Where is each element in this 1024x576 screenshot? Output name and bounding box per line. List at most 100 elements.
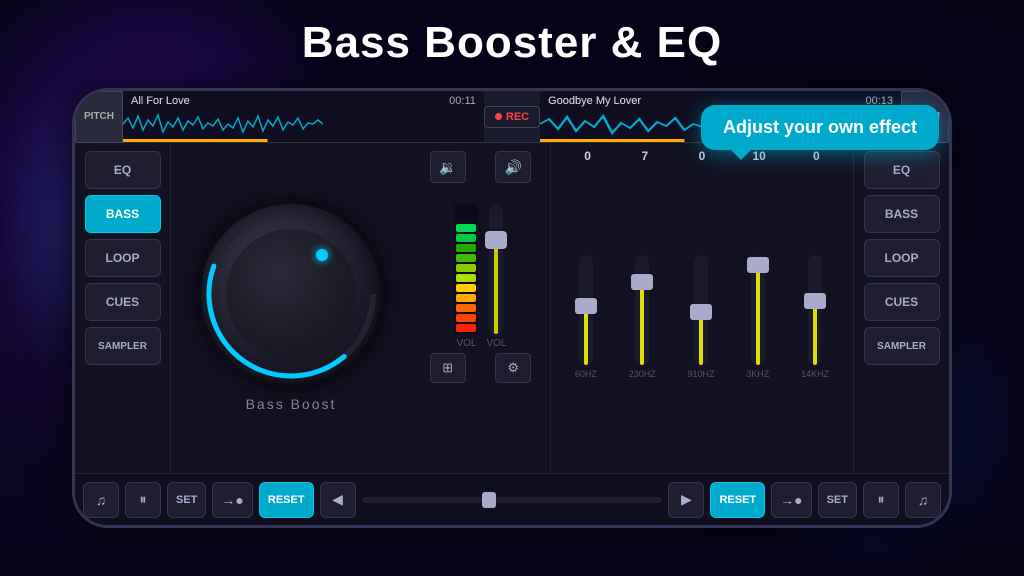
music-note-right-icon: ♫ [918, 492, 929, 508]
vol-right-label: VOL [486, 338, 506, 349]
next-right-button[interactable]: →● [771, 482, 811, 518]
reset-left-button[interactable]: RESET [259, 482, 314, 518]
phone-interior: PITCH All For Love 00:11 REC Goodbye My … [75, 91, 949, 525]
eq-right-button[interactable]: EQ [864, 151, 940, 189]
pause-left-button[interactable]: ⏸ [125, 482, 161, 518]
pause-right-icon: ⏸ [878, 491, 885, 508]
eq-fader-60hz: 60HZ [575, 255, 597, 379]
vol-right-icon-button[interactable]: 🔊 [495, 151, 531, 183]
loop-right-button[interactable]: LOOP [864, 239, 940, 277]
music-note-left-button[interactable]: ♫ [83, 482, 119, 518]
prev-icon: ◀ [332, 491, 343, 508]
next-icon: ▶ [681, 491, 692, 508]
speaker-left-icon: 🔉 [439, 159, 456, 176]
vol-fader-right: VOL [486, 204, 506, 349]
eq-left-button[interactable]: EQ [85, 151, 161, 189]
bass-knob[interactable] [201, 204, 381, 384]
reset-right-button[interactable]: RESET [710, 482, 765, 518]
pause-left-icon: ⏸ [140, 491, 147, 508]
eq-freq-0: 60HZ [575, 369, 597, 379]
level-meter-left [454, 204, 478, 334]
tooltip-bubble: Adjust your own effect [701, 105, 939, 150]
eq-handle-2[interactable] [690, 304, 712, 320]
pause-right-button[interactable]: ⏸ [863, 482, 899, 518]
music-note-right-button[interactable]: ♫ [905, 482, 941, 518]
music-note-left-icon: ♫ [96, 492, 107, 508]
fader-fill [494, 244, 498, 334]
track-left-label: All For Love [131, 95, 190, 107]
eq-handle-3[interactable] [747, 257, 769, 273]
fader-handle-right[interactable] [485, 231, 507, 249]
left-panel: EQ BASS LOOP CUES SAMPLER [75, 143, 171, 473]
eq-fader-230hz: 230HZ [629, 255, 656, 379]
sampler-left-button[interactable]: SAMPLER [85, 327, 161, 365]
vol-fader-left: VOL [454, 204, 478, 349]
page-title: Bass Booster & EQ [0, 18, 1024, 68]
volume-area: 🔉 🔊 [411, 143, 551, 473]
vol-left-label: VOL [456, 338, 476, 349]
vol-controls: 🔉 🔊 [415, 151, 546, 183]
eq-fader-14khz: 14KHZ [801, 255, 829, 379]
speaker-right-icon: 🔊 [505, 159, 522, 176]
progress-track[interactable] [362, 497, 663, 503]
eq-freq-3: 3KHZ [746, 369, 769, 379]
next-button[interactable]: ▶ [668, 482, 704, 518]
bass-boost-label: Bass Boost [246, 396, 337, 412]
sampler-right-button[interactable]: SAMPLER [864, 327, 940, 365]
cues-right-button[interactable]: CUES [864, 283, 940, 321]
eq-fill-4 [813, 305, 817, 366]
eq-fill-1 [640, 286, 644, 365]
eq-freq-1: 230HZ [629, 369, 656, 379]
fader-track-right[interactable] [489, 204, 503, 334]
eq-fader-3khz: 3KHZ [746, 255, 769, 379]
loop-left-button[interactable]: LOOP [85, 239, 161, 277]
knob-area: Bass Boost [171, 143, 411, 473]
eq-track-2[interactable] [694, 255, 708, 365]
knob-outer [201, 204, 381, 384]
eq-freq-4: 14KHZ [801, 369, 829, 379]
eq-val-0: 0 [570, 149, 606, 163]
next-left-icon: →● [221, 492, 243, 508]
waveform-left-svg [123, 110, 323, 138]
transport-bar: ♫ ⏸ SET →● RESET ◀ ▶ RESET →● SET [75, 473, 949, 525]
bass-right-button[interactable]: BASS [864, 195, 940, 233]
eq-val-4: 0 [798, 149, 834, 163]
eq-area: 0 7 0 10 0 60HZ [551, 143, 853, 473]
vol-bottom-icons: ⊞ ⚙ [415, 353, 546, 383]
next-left-button[interactable]: →● [212, 482, 252, 518]
pitch-left-button[interactable]: PITCH [75, 91, 123, 143]
bass-left-button[interactable]: BASS [85, 195, 161, 233]
eq-fill-2 [699, 316, 703, 366]
knob-inner [226, 229, 356, 359]
settings-icon: ⚙ [507, 360, 519, 376]
cues-left-button[interactable]: CUES [85, 283, 161, 321]
eq-track-1[interactable] [635, 255, 649, 365]
eq-fill-3 [756, 268, 760, 365]
prev-button[interactable]: ◀ [320, 482, 356, 518]
eq-handle-4[interactable] [804, 293, 826, 309]
rec-dot [495, 113, 502, 120]
rec-button[interactable]: REC [484, 106, 540, 128]
main-content: EQ BASS LOOP CUES SAMPLER [75, 143, 949, 473]
grid-icon-button[interactable]: ⊞ [430, 353, 466, 383]
eq-track-4[interactable] [808, 255, 822, 365]
knob-indicator [316, 249, 328, 261]
eq-handle-0[interactable] [575, 298, 597, 314]
eq-faders-row: 60HZ 230HZ [559, 167, 845, 467]
set-right-button[interactable]: SET [818, 482, 857, 518]
eq-handle-1[interactable] [631, 274, 653, 290]
eq-fader-910hz: 910HZ [687, 255, 714, 379]
settings-icon-button[interactable]: ⚙ [495, 353, 531, 383]
set-left-button[interactable]: SET [167, 482, 206, 518]
vol-faders: VOL VOL [454, 189, 506, 349]
progress-thumb[interactable] [482, 492, 496, 508]
grid-icon: ⊞ [442, 360, 453, 376]
waveform-left: All For Love 00:11 [123, 91, 484, 142]
tooltip-text: Adjust your own effect [723, 117, 917, 137]
track-left-time: 00:11 [449, 95, 476, 107]
eq-track-3[interactable] [751, 255, 765, 365]
vol-left-icon-button[interactable]: 🔉 [430, 151, 466, 183]
track-right-label: Goodbye My Lover [548, 95, 641, 107]
eq-track-0[interactable] [579, 255, 593, 365]
phone-frame: PITCH All For Love 00:11 REC Goodbye My … [72, 88, 952, 528]
